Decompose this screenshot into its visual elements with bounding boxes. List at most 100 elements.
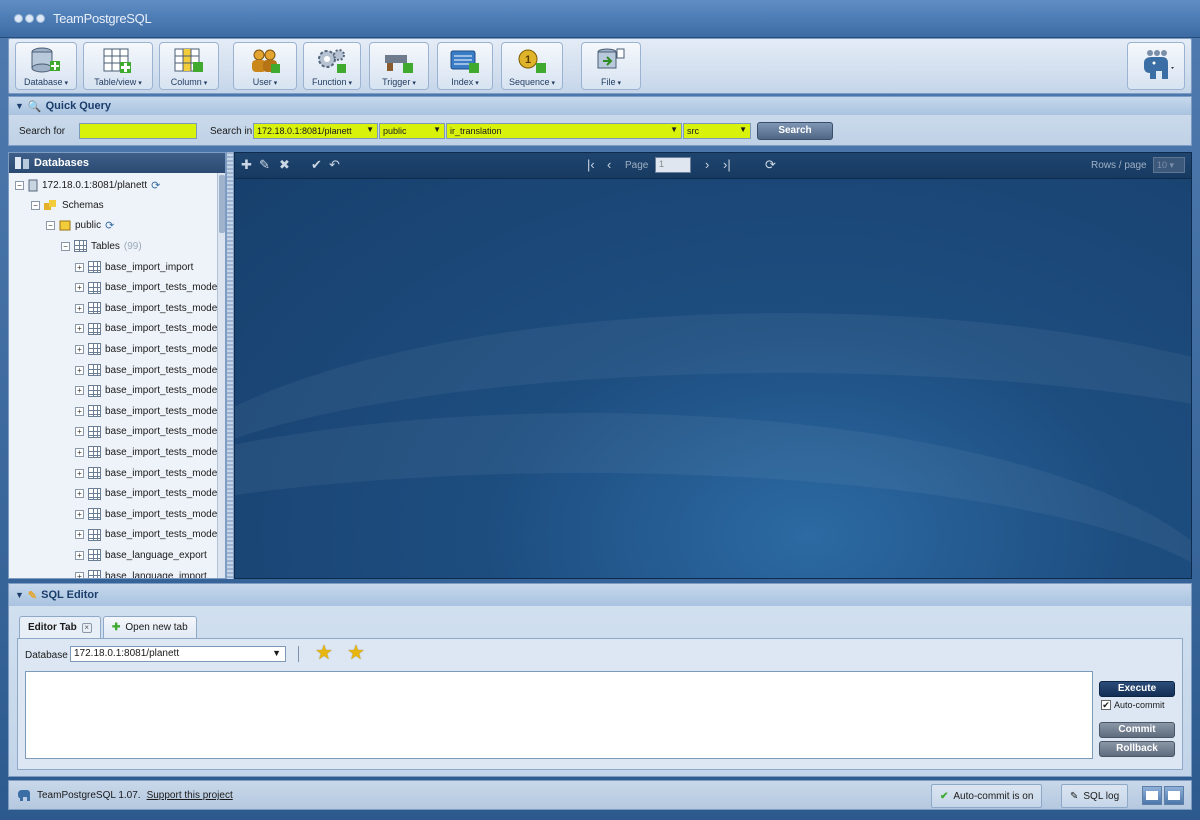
close-tab-icon[interactable]: × — [81, 622, 92, 633]
collapse-toggle-icon[interactable]: − — [46, 220, 55, 230]
status-version: TeamPostgreSQL 1.07. Support this projec… — [17, 789, 233, 802]
expand-toggle-icon[interactable]: + — [75, 447, 84, 457]
expand-toggle-icon[interactable]: + — [75, 530, 84, 540]
tree-node-table[interactable]: + base_import_tests_models — [75, 319, 225, 339]
tree-node-table[interactable]: + base_import_tests_models — [75, 381, 225, 401]
next-page-icon[interactable]: › — [705, 158, 709, 172]
tree-node-table[interactable]: + base_import_tests_models — [75, 463, 225, 483]
sql-log-button[interactable]: ✎ SQL log — [1061, 784, 1129, 808]
first-page-icon[interactable]: |‹ — [587, 158, 595, 172]
table-view-menu-button[interactable]: Table/view ▾ — [83, 42, 153, 90]
tree-node-table[interactable]: + base_import_tests_models — [75, 442, 225, 462]
expand-toggle-icon[interactable]: + — [75, 550, 84, 560]
tree-node-connection[interactable]: − 172.18.0.1:8081/planett ⟳ — [15, 175, 160, 195]
expand-toggle-icon[interactable]: + — [75, 344, 84, 354]
add-row-icon[interactable]: ✚ — [241, 158, 252, 172]
refresh-icon[interactable]: ⟳ — [105, 219, 114, 232]
layout-horizontal-button[interactable] — [1142, 786, 1162, 805]
tree-node-table[interactable]: + base_import_tests_models — [75, 422, 225, 442]
database-select[interactable]: 172.18.0.1:8081/planett ▼ — [253, 123, 378, 139]
open-new-tab-button[interactable]: ✚ Open new tab — [103, 616, 197, 638]
tree-node-schemas[interactable]: − Schemas — [31, 195, 104, 215]
tree-scrollbar[interactable] — [217, 173, 225, 578]
checkmark-icon[interactable]: ✔ — [1101, 700, 1111, 710]
expand-toggle-icon[interactable]: + — [75, 324, 84, 334]
layout-vertical-button[interactable] — [1164, 786, 1184, 805]
tree-node-table[interactable]: + base_import_import — [75, 257, 193, 277]
delete-icon[interactable]: ✖ — [279, 158, 290, 172]
table-icon — [88, 467, 101, 479]
tree-node-table[interactable]: + base_import_tests_models — [75, 360, 225, 380]
schema-select[interactable]: public ▼ — [379, 123, 445, 139]
refresh-icon[interactable]: ⟳ — [765, 158, 776, 172]
user-menu-button[interactable]: User ▾ — [233, 42, 297, 90]
index-menu-button[interactable]: Index ▾ — [437, 42, 493, 90]
tree-node-table[interactable]: + base_import_tests_models — [75, 339, 225, 359]
commit-button[interactable]: Commit — [1099, 722, 1175, 738]
collapse-toggle-icon[interactable]: − — [15, 180, 24, 190]
save-check-icon[interactable]: ✔ — [311, 158, 322, 172]
sql-editor-header[interactable]: ▼ ✎ SQL Editor — [9, 584, 1191, 606]
expand-toggle-icon[interactable]: + — [75, 509, 84, 519]
last-page-icon[interactable]: ›| — [723, 158, 731, 172]
expand-toggle-icon[interactable]: + — [75, 283, 84, 293]
database-menu-button[interactable]: Database ▾ — [15, 42, 77, 90]
tree-node-table[interactable]: + base_import_tests_models — [75, 278, 225, 298]
table-name: base_import_tests_models — [105, 446, 225, 458]
page-input[interactable]: 1 — [655, 157, 691, 173]
autocommit-checkbox[interactable]: ✔ Auto-commit — [1101, 700, 1165, 710]
sql-query-editor[interactable] — [25, 671, 1093, 759]
table-icon — [88, 487, 101, 500]
tree-node-table[interactable]: + base_import_tests_models — [75, 504, 225, 524]
favorite-star-icon[interactable]: ★ — [313, 642, 335, 664]
sequence-menu-button[interactable]: 1 Sequence ▾ — [501, 42, 563, 90]
expand-toggle-icon[interactable]: + — [75, 427, 84, 437]
expand-toggle-icon[interactable]: + — [75, 303, 84, 313]
search-button[interactable]: Search — [757, 122, 833, 140]
expand-toggle-icon[interactable]: + — [75, 468, 84, 478]
file-menu-button[interactable]: File ▾ — [581, 42, 641, 90]
tree-node-table[interactable]: + base_import_tests_models — [75, 401, 225, 421]
tree-node-table[interactable]: + base_import_tests_models — [75, 525, 225, 545]
column-select[interactable]: src ▼ — [683, 123, 751, 139]
function-menu-button[interactable]: Function ▾ — [303, 42, 361, 90]
tree-node-tables[interactable]: − Tables (99) — [61, 236, 142, 256]
tree-node-table[interactable]: + base_language_export — [75, 545, 207, 565]
collapse-toggle-icon[interactable]: − — [31, 200, 40, 210]
collapse-icon[interactable]: ▼ — [15, 590, 24, 600]
rows-per-page-select[interactable]: 10 ▾ — [1153, 157, 1185, 173]
dropdown-arrow-icon: ▼ — [670, 125, 678, 134]
prev-page-icon[interactable]: ‹ — [607, 158, 611, 172]
table-select[interactable]: ir_translation ▼ — [446, 123, 682, 139]
grid-toolbar: ✚ ✎ ✖ ✔ ↶ |‹ ‹ Page 1 › ›| ⟳ Rows / page… — [235, 153, 1191, 179]
expand-toggle-icon[interactable]: + — [75, 406, 84, 416]
column-menu-button[interactable]: Column ▾ — [159, 42, 219, 90]
edit-icon[interactable]: ✎ — [259, 158, 270, 172]
quick-query-header[interactable]: ▼ 🔍 Quick Query — [9, 97, 1191, 115]
dropdown-arrow-icon: ▼ — [366, 125, 374, 134]
expand-toggle-icon[interactable]: + — [75, 262, 84, 272]
collapse-toggle-icon[interactable]: − — [61, 241, 70, 251]
expand-toggle-icon[interactable]: + — [75, 489, 84, 499]
collapse-icon[interactable]: ▼ — [15, 101, 24, 111]
editor-database-select[interactable]: 172.18.0.1:8081/planett ▼ — [70, 646, 286, 662]
tab-editor[interactable]: Editor Tab × — [19, 616, 101, 638]
expand-toggle-icon[interactable]: + — [75, 365, 84, 375]
database-add-icon — [31, 47, 60, 73]
add-favorite-star-icon[interactable]: ★ — [345, 642, 367, 664]
panel-splitter[interactable] — [226, 152, 234, 579]
postgres-elephant-button[interactable] — [1127, 42, 1185, 90]
expand-toggle-icon[interactable]: + — [75, 571, 84, 578]
refresh-icon[interactable]: ⟳ — [151, 179, 160, 192]
tree-node-table[interactable]: + base_import_tests_models — [75, 298, 225, 318]
undo-icon[interactable]: ↶ — [329, 158, 340, 172]
tree-node-public-schema[interactable]: − public ⟳ — [46, 215, 114, 235]
expand-toggle-icon[interactable]: + — [75, 386, 84, 396]
search-for-input[interactable] — [79, 123, 197, 139]
support-link[interactable]: Support this project — [147, 790, 233, 801]
rollback-button[interactable]: Rollback — [1099, 741, 1175, 757]
execute-button[interactable]: Execute — [1099, 681, 1175, 697]
tree-node-table[interactable]: + base_language_import — [75, 566, 207, 578]
tree-node-table[interactable]: + base_import_tests_models — [75, 484, 225, 504]
trigger-menu-button[interactable]: Trigger ▾ — [369, 42, 429, 90]
